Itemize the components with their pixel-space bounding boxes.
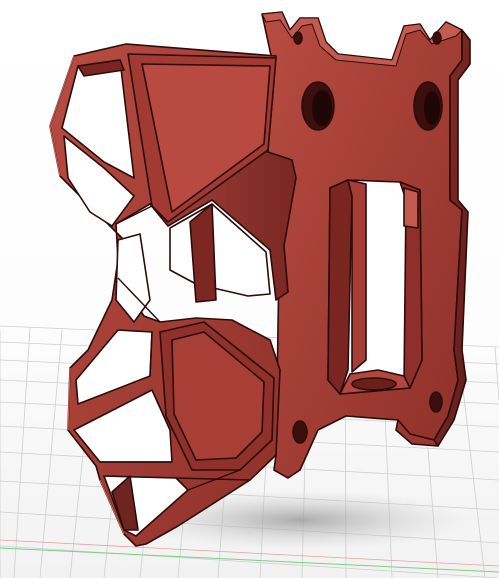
window-clip	[403, 187, 419, 229]
hole-small-2	[432, 31, 442, 45]
window-inner-left	[327, 179, 353, 395]
cad-viewport[interactable]	[0, 0, 499, 578]
hole-bottom-right	[429, 391, 443, 413]
connector-inner-wall	[189, 203, 217, 303]
window-floor-hole	[351, 377, 397, 391]
geometric-frame-model[interactable]	[49, 11, 471, 547]
hole-bottom-left	[292, 420, 308, 444]
hole-small-1	[293, 31, 303, 45]
scene-canvas[interactable]	[0, 0, 499, 578]
